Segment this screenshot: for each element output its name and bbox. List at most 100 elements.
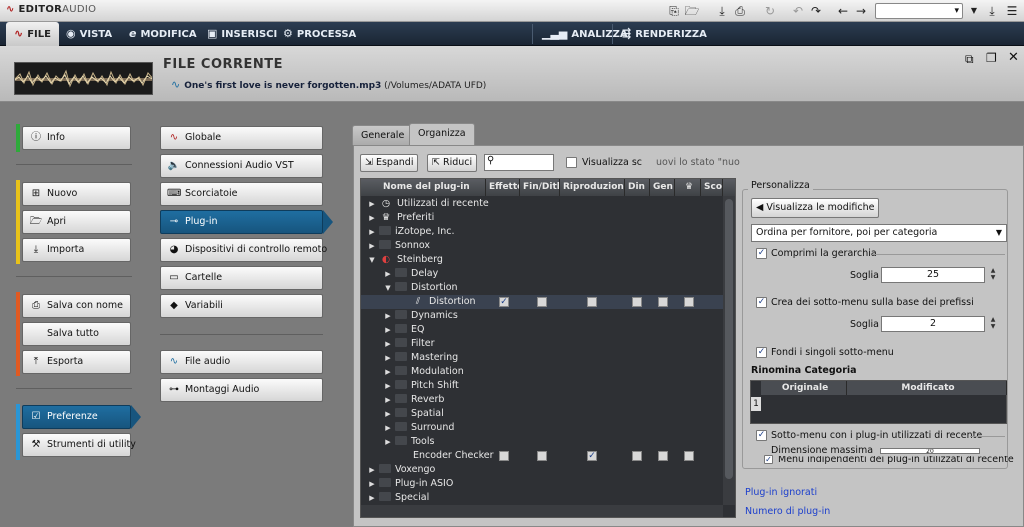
row-checkbox[interactable] (658, 297, 668, 307)
horizontal-scrollbar[interactable] (361, 505, 723, 517)
close-icon[interactable]: ✕ (1008, 50, 1019, 65)
tree-row[interactable]: ▶ iZotope, Inc. (361, 225, 723, 239)
visualizza-checkbox[interactable] (566, 157, 577, 168)
tree-row[interactable]: ▶ Special (361, 491, 723, 505)
plugin-tree[interactable]: Nome del plug-in Effetto Fin/Dith Riprod… (360, 178, 736, 518)
tree-row[interactable]: ▶ Delay (361, 267, 723, 281)
tree-row[interactable]: ▶ Filter (361, 337, 723, 351)
crea-sottomenu-checkbox[interactable]: ✓ (756, 297, 767, 308)
back-arrow-icon[interactable]: ← (835, 3, 851, 19)
plugin-ignorati-link[interactable]: Plug-in ignorati (745, 487, 817, 498)
float-window-icon[interactable]: ❐ (986, 51, 997, 65)
apri-button[interactable]: 🗁 Apri (22, 210, 131, 234)
search-input[interactable]: ⚲ (484, 154, 554, 171)
row-checkbox[interactable] (632, 451, 642, 461)
info-button[interactable]: ⓘ Info (22, 126, 131, 150)
nuovo-button[interactable]: ⊞ Nuovo (22, 182, 131, 206)
col-crown[interactable]: ♛ (675, 179, 701, 196)
expand-triangle-icon[interactable]: ▶ (383, 435, 393, 449)
dimensione-input[interactable]: 20 (880, 448, 980, 454)
expand-triangle-icon[interactable]: ▶ (367, 211, 377, 225)
connessioni-button[interactable]: 🔈 Connessioni Audio VST (160, 154, 323, 178)
col-gen[interactable]: Gen (650, 179, 675, 196)
soglia2-stepper[interactable]: ▲ ▼ (988, 316, 998, 330)
tab-inserisci[interactable]: ▣ INSERISCI (199, 22, 285, 46)
import-icon[interactable]: ⎘ (666, 3, 682, 19)
expand-triangle-icon[interactable]: ▶ (367, 225, 377, 239)
collapse-triangle-icon[interactable]: ▼ (383, 281, 393, 295)
tree-row[interactable]: ⫽ Distortion ✓ (361, 295, 723, 309)
row-checkbox[interactable] (587, 297, 597, 307)
tree-row[interactable]: ▶ Tools (361, 435, 723, 449)
expand-triangle-icon[interactable]: ▶ (383, 351, 393, 365)
tab-modifica[interactable]: e MODIFICA (121, 22, 205, 46)
expand-triangle-icon[interactable]: ▶ (383, 393, 393, 407)
collapse-triangle-icon[interactable]: ▼ (367, 253, 377, 267)
plugin-button[interactable]: ⊸ Plug-in (160, 210, 323, 234)
row-checkbox[interactable]: ✓ (587, 451, 597, 461)
row-checkbox[interactable] (658, 451, 668, 461)
globale-button[interactable]: ∿ Globale (160, 126, 323, 150)
toolbar-combo[interactable]: ▾ (875, 3, 963, 19)
tree-row[interactable]: ▶ Mastering (361, 351, 723, 365)
expand-triangle-icon[interactable]: ▶ (367, 477, 377, 491)
espandi-button[interactable]: ⇲ Espandi (360, 154, 419, 172)
folder-open-icon[interactable]: 🗁 (684, 3, 700, 19)
tab-processa[interactable]: ⚙ PROCESSA (275, 22, 364, 46)
col-modificato[interactable]: Modificato (847, 381, 1007, 395)
preferenze-button[interactable]: ☑ Preferenze (22, 405, 131, 429)
soglia1-stepper[interactable]: ▲ ▼ (988, 267, 998, 281)
history-icon[interactable]: ↻ (762, 3, 778, 19)
expand-triangle-icon[interactable]: ▶ (383, 323, 393, 337)
scrollbar-thumb[interactable] (725, 199, 733, 479)
tree-row[interactable]: ▼ Distortion (361, 281, 723, 295)
tab-renderizza[interactable]: ⇶ RENDERIZZA (614, 22, 715, 46)
tab-organizza[interactable]: Organizza (409, 123, 475, 146)
save-icon[interactable]: ⤓ (714, 3, 730, 19)
row-checkbox[interactable] (537, 451, 547, 461)
salva-con-nome-button[interactable]: ⎙ Salva con nome (22, 294, 131, 318)
current-file-name[interactable]: ∿ One's first love is never forgotten.mp3… (171, 78, 486, 91)
col-originale[interactable]: Originale (761, 381, 847, 395)
expand-triangle-icon[interactable]: ▶ (367, 463, 377, 477)
tree-row[interactable]: ▶ Spatial (361, 407, 723, 421)
col-fin-dith[interactable]: Fin/Dith (520, 179, 560, 196)
combo-arrow-icon[interactable]: ▼ (966, 3, 982, 19)
tree-row[interactable]: ▶ ◷ Utilizzati di recente (361, 197, 723, 211)
ordina-select[interactable]: Ordina per fornitore, poi per categoria ▼ (751, 224, 1007, 242)
comprimi-checkbox[interactable]: ✓ (756, 248, 767, 259)
row-checkbox[interactable] (537, 297, 547, 307)
tree-row[interactable]: ▶ Sonnox (361, 239, 723, 253)
undo-icon[interactable]: ↶ (790, 3, 806, 19)
expand-triangle-icon[interactable]: ▶ (383, 365, 393, 379)
col-nome[interactable]: Nome del plug-in (361, 179, 486, 196)
tree-row[interactable]: ▶ Surround (361, 421, 723, 435)
menu-icon[interactable]: ☰ (1004, 3, 1020, 19)
tree-row[interactable]: ▶ EQ (361, 323, 723, 337)
riduci-button[interactable]: ⇱ Riduci (427, 154, 478, 172)
tree-row[interactable]: ▶ Reverb (361, 393, 723, 407)
expand-triangle-icon[interactable]: ▶ (383, 337, 393, 351)
tree-row[interactable]: Encoder Checker ✓ (361, 449, 723, 463)
expand-triangle-icon[interactable]: ▶ (383, 379, 393, 393)
row-checkbox[interactable] (499, 451, 509, 461)
redo-icon[interactable]: ↷ (808, 3, 824, 19)
expand-triangle-icon[interactable]: ▶ (367, 239, 377, 253)
expand-triangle-icon[interactable]: ▶ (383, 267, 393, 281)
numero-plugin-link[interactable]: Numero di plug-in (745, 506, 830, 517)
waveform-thumbnail[interactable] (14, 62, 153, 95)
sottomenu-recenti-checkbox[interactable]: ✓ (756, 430, 767, 441)
tree-row[interactable]: ▶ Plug-in ASIO (361, 477, 723, 491)
tree-row[interactable]: ▶ ♛ Preferiti (361, 211, 723, 225)
tab-generale[interactable]: Generale (352, 125, 414, 145)
file-audio-button[interactable]: ∿ File audio (160, 350, 323, 374)
tree-row[interactable]: ▶ Dynamics (361, 309, 723, 323)
salva-tutto-button[interactable]: Salva tutto (22, 322, 131, 346)
tree-row[interactable]: ▶ Pitch Shift (361, 379, 723, 393)
visualizza-modifiche-button[interactable]: ◀ Visualizza le modifiche (751, 198, 880, 218)
strumenti-button[interactable]: ⚒ Strumenti di utility (22, 433, 136, 457)
montaggi-button[interactable]: ⊶ Montaggi Audio (160, 378, 323, 402)
col-riproduzione[interactable]: Riproduzione (560, 179, 625, 196)
restore-window-icon[interactable]: ⧉ (965, 52, 974, 67)
rinomina-table[interactable]: Originale Modificato 1 (750, 380, 1007, 424)
